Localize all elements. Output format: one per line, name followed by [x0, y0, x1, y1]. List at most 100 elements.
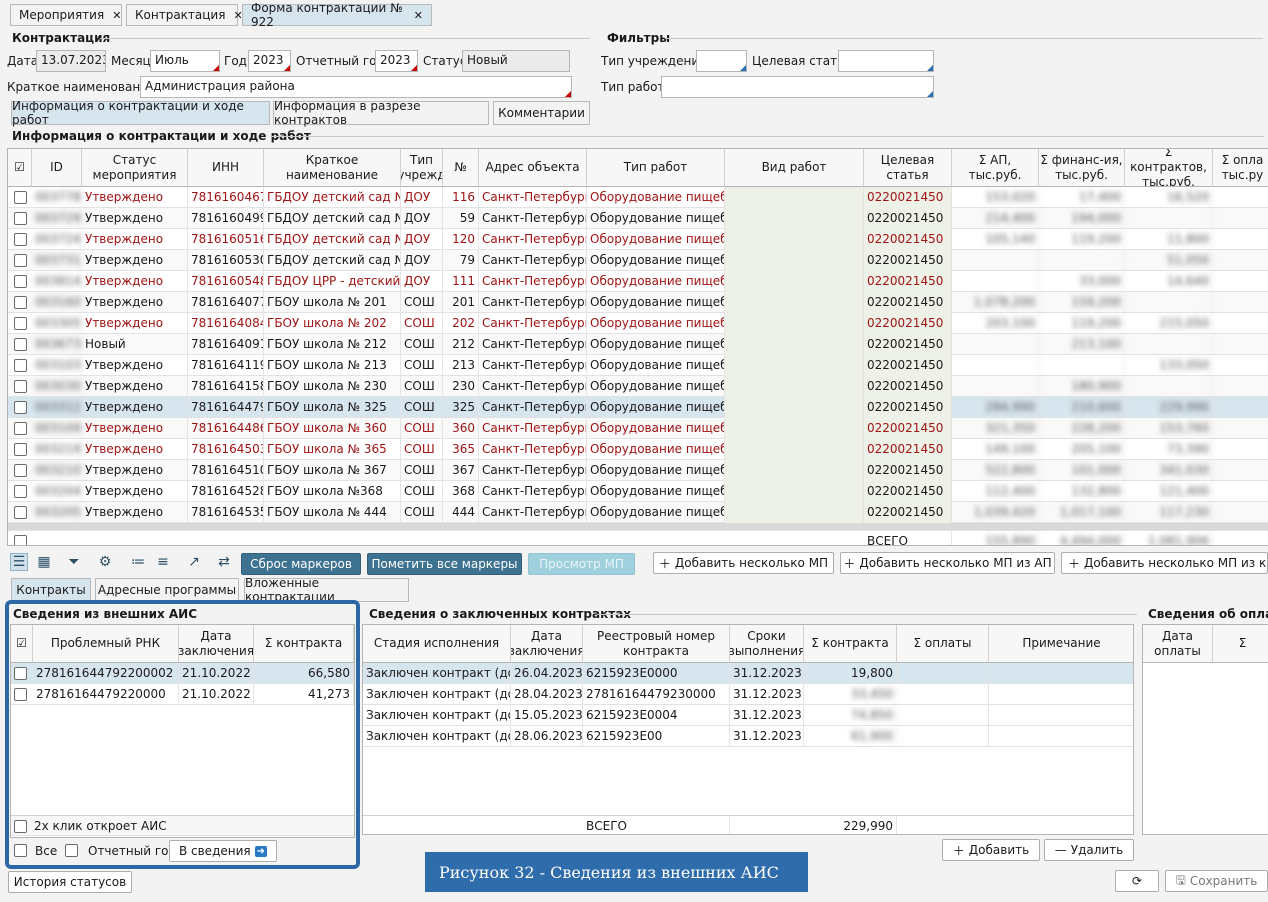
table-row[interactable]: 003109 Утверждено 7816164486 ГБОУ школа № 3… [8, 418, 1268, 439]
tab-nested-contracting[interactable]: Вложенные контрактации [244, 576, 409, 604]
short-name-field[interactable]: Администрация района [140, 76, 572, 98]
row-checkbox[interactable] [14, 275, 27, 288]
tab-comments[interactable]: Комментарии [493, 101, 590, 125]
grid-view-icon[interactable]: ▦ [35, 553, 53, 571]
table-row[interactable]: 003729 Утверждено 7816160499 ГБДОУ детский … [8, 208, 1268, 229]
table-row[interactable]: 003210 Утверждено 7816164510 ГБОУ школа № 3… [8, 460, 1268, 481]
column-header[interactable]: Целевая статья [864, 149, 952, 187]
row-checkbox[interactable] [14, 506, 27, 519]
row-checkbox[interactable] [14, 535, 27, 545]
column-header[interactable]: Σ контрактов, тыс.руб. [1125, 149, 1213, 187]
swap-icon[interactable]: ⇄ [215, 553, 233, 571]
table-row[interactable]: Заключен контракт (догов15.05.2023621592… [363, 705, 1133, 726]
close-icon[interactable]: ✕ [414, 9, 423, 22]
column-header[interactable]: Адрес объекта [479, 149, 587, 187]
work-type-field[interactable] [661, 76, 934, 98]
table-row[interactable]: 003204 Утверждено 7816164528 ГБОУ школа №36… [8, 481, 1268, 502]
add-several-mp-k-button[interactable]: ＋ Добавить несколько МП из конт [1061, 552, 1268, 574]
close-icon[interactable]: ✕ [112, 9, 121, 22]
table-row[interactable]: 003731 Утверждено 7816160530 ГБДОУ детский … [8, 250, 1268, 271]
table-row[interactable]: 003312 Утверждено 7816164479 ГБОУ школа № 3… [8, 397, 1268, 418]
row-checkbox[interactable] [14, 380, 27, 393]
row-checkbox[interactable] [14, 191, 27, 204]
add-several-mp-button[interactable]: ＋ Добавить несколько МП [653, 552, 834, 574]
filter-icon[interactable]: ⏷ [65, 553, 83, 571]
row-checkbox[interactable] [14, 296, 27, 309]
column-header[interactable]: Σ оплаты [897, 625, 989, 663]
row-checkbox[interactable] [14, 338, 27, 351]
tab-info-contracts[interactable]: Информация в разрезе контрактов [273, 99, 489, 127]
table-row[interactable]: 003778 Утверждено 7816160467 ГБДОУ детский … [8, 187, 1268, 208]
select-all-checkbox[interactable]: ☑ [8, 149, 32, 187]
tab-contracting[interactable]: Контрактация ✕ [126, 4, 243, 26]
numbered-list-icon[interactable]: ≔ [129, 553, 147, 571]
row-checkbox[interactable] [14, 317, 27, 330]
table-row[interactable]: Заключен контракт (догов26.04.2023621592… [363, 663, 1133, 684]
export-icon[interactable]: ↗ [185, 553, 203, 571]
row-checkbox[interactable] [14, 443, 27, 456]
column-header[interactable]: Σ АП, тыс.руб. [952, 149, 1039, 187]
report-year-field[interactable]: 2023 [375, 50, 418, 72]
row-checkbox[interactable] [14, 464, 27, 477]
column-header[interactable]: ID [32, 149, 82, 187]
column-header[interactable]: Примечание [989, 625, 1133, 663]
column-header[interactable]: Σ [1213, 625, 1268, 663]
row-checkbox[interactable] [14, 485, 27, 498]
tab-address-programs[interactable]: Адресные программы [95, 578, 239, 602]
view-mp-button[interactable]: Просмотр МП [528, 553, 635, 575]
column-header[interactable]: Статус мероприятия [82, 149, 188, 187]
status-field[interactable]: Новый [462, 50, 570, 72]
column-header[interactable]: Σ контракта [804, 625, 897, 663]
tab-events[interactable]: Мероприятия ✕ [10, 4, 122, 26]
institution-type-field[interactable] [696, 50, 747, 72]
table-row[interactable]: 003673 Новый 7816164091 ГБОУ школа № 212 СОШ… [8, 334, 1268, 355]
settings-icon[interactable]: ⚙ [96, 553, 114, 571]
tab-info-contracting[interactable]: Информация о контрактации и ходе работ [11, 99, 270, 127]
row-checkbox[interactable] [14, 212, 27, 225]
add-several-mp-ap-button[interactable]: ＋ Добавить несколько МП из АП [840, 552, 1055, 574]
save-button[interactable]: 🖫 Сохранить [1165, 870, 1268, 892]
table-row[interactable]: 003030 Утверждено 7816164158 ГБОУ школа № 2… [8, 376, 1268, 397]
tab-contracts[interactable]: Контракты [11, 578, 91, 602]
add-column-icon[interactable]: ≡ [154, 553, 172, 571]
table-row[interactable]: 003305 Утверждено 7816164084 ГБОУ школа № 2… [8, 313, 1268, 334]
year-field[interactable]: 2023 [248, 50, 291, 72]
add-contract-button[interactable]: ＋ Добавить [942, 839, 1040, 861]
month-field[interactable]: Июль [150, 50, 220, 72]
column-header[interactable]: Стадия исполнения [363, 625, 511, 663]
column-header[interactable]: Краткое наименование [264, 149, 401, 187]
column-header[interactable]: Дата оплаты [1143, 625, 1213, 663]
column-header[interactable]: Вид работ [725, 149, 864, 187]
column-header[interactable]: Реестровый номер контракта [583, 625, 730, 663]
row-checkbox[interactable] [14, 233, 27, 246]
column-header[interactable]: Сроки выполнения [730, 625, 804, 663]
delete-contract-button[interactable]: — Удалить [1044, 839, 1134, 861]
column-header[interactable]: Σ опла тыс.ру [1213, 149, 1268, 187]
row-checkbox[interactable] [14, 254, 27, 267]
target-item-field[interactable] [838, 50, 934, 72]
row-checkbox[interactable] [14, 401, 27, 414]
table-row[interactable]: 003160 Утверждено 7816164077 ГБОУ школа № 2… [8, 292, 1268, 313]
row-checkbox[interactable] [14, 422, 27, 435]
row-checkbox[interactable] [14, 359, 27, 372]
column-header[interactable]: № [443, 149, 479, 187]
table-row[interactable]: Заключен контракт (догов28.04.2023278161… [363, 684, 1133, 705]
table-row[interactable]: 003103 Утверждено 7816164119 ГБОУ школа № 2… [8, 355, 1268, 376]
refresh-button[interactable]: ⟳ [1115, 870, 1159, 892]
table-row[interactable]: 003814 Утверждено 7816160548 ГБДОУ ЦРР - де… [8, 271, 1268, 292]
column-header[interactable]: Тип учрежд [401, 149, 443, 187]
list-view-icon[interactable]: ☰ [10, 553, 28, 571]
column-header[interactable]: ИНН [188, 149, 264, 187]
table-row[interactable]: Заключен контракт (догов28.06.2023621592… [363, 726, 1133, 747]
table-row[interactable]: 003724 Утверждено 7816160516 ГБДОУ детский … [8, 229, 1268, 250]
column-header[interactable]: Σ финанс-ия, тыс.руб. [1039, 149, 1125, 187]
tab-contracting-form[interactable]: Форма контрактации № 922 ✕ [242, 1, 432, 29]
table-row[interactable]: 003205 Утверждено 7816164535 ГБОУ школа № 4… [8, 502, 1268, 523]
date-field[interactable]: 13.07.2023 [36, 50, 106, 72]
status-history-button[interactable]: История статусов [8, 871, 132, 893]
column-header[interactable]: Дата заключения [511, 625, 583, 663]
column-header[interactable]: Тип работ [587, 149, 725, 187]
table-row[interactable]: 003219 Утверждено 7816164503 ГБОУ школа № 3… [8, 439, 1268, 460]
reset-markers-button[interactable]: Сброс маркеров [241, 553, 361, 575]
mark-all-button[interactable]: Пометить все маркеры [367, 553, 522, 575]
